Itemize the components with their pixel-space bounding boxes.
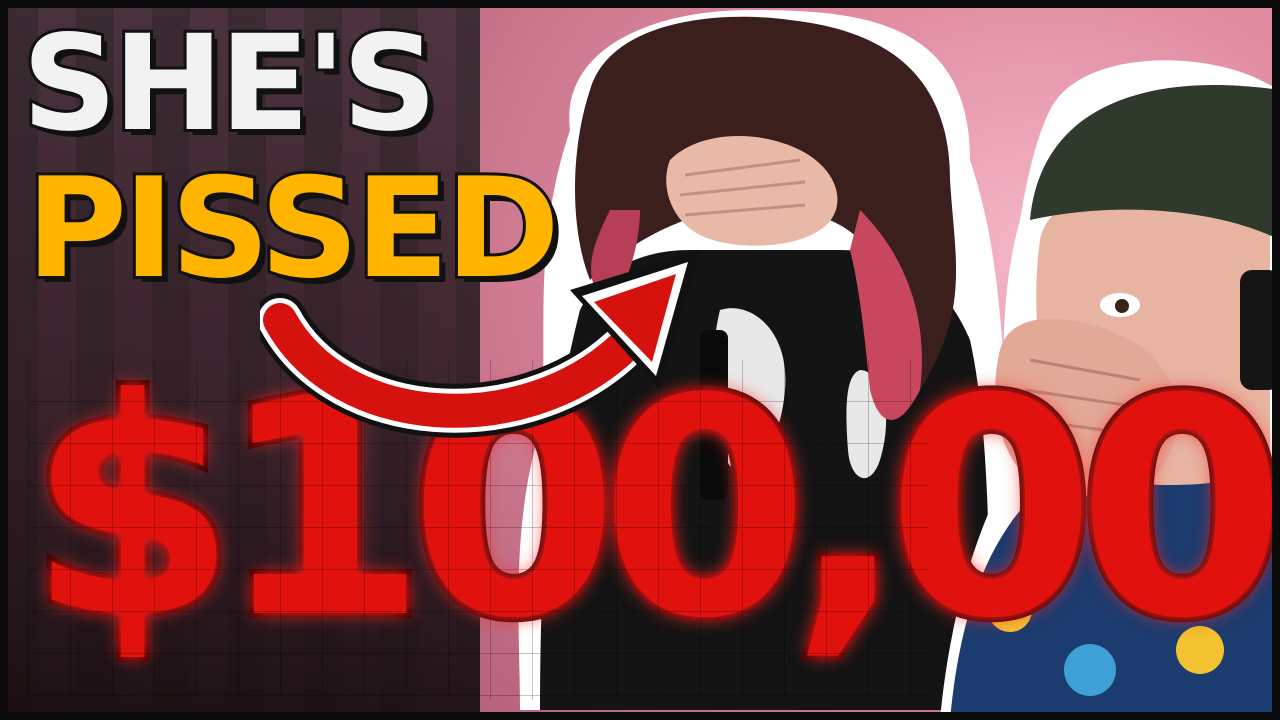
curved-arrow-icon	[260, 250, 700, 438]
video-thumbnail: SHE'S PISSED $100,000	[0, 0, 1280, 720]
title-line-1: SHE'S	[19, 7, 440, 161]
